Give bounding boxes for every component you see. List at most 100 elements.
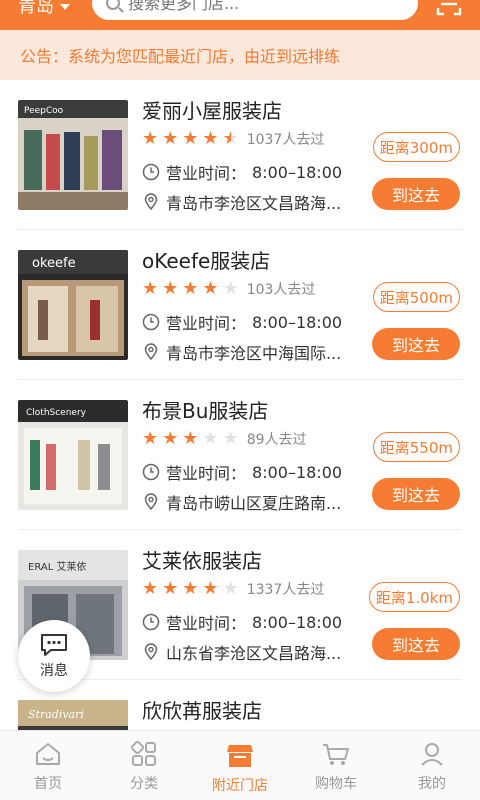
navigate-button[interactable]: 到这去 [372, 478, 460, 510]
search-icon [106, 0, 120, 10]
location-pin-icon [144, 193, 158, 211]
address-text: 青岛市李沧区文昌路海... [166, 194, 342, 213]
star-icon: ★ [182, 128, 199, 149]
hours-label: 营业时间： [166, 614, 247, 633]
tab-cart[interactable]: 购物车 [288, 731, 384, 800]
star-icon: ★ [162, 578, 179, 599]
scan-icon[interactable] [436, 0, 462, 16]
chevron-down-icon [60, 4, 70, 10]
chat-bubble-icon [41, 634, 67, 656]
navigate-button[interactable]: 到这去 [372, 328, 460, 360]
navigate-button[interactable]: 到这去 [372, 628, 460, 660]
distance-badge: 距离550m [372, 432, 460, 462]
hours-value: 8:00–18:00 [252, 312, 343, 332]
store-address: 青岛市李沧区文昌路海... [142, 190, 341, 214]
hours-label: 营业时间： [166, 464, 247, 483]
tab-label: 附近门店 [212, 778, 268, 794]
tab-category[interactable]: 分类 [96, 731, 192, 800]
search-bar[interactable] [92, 0, 418, 20]
address-text: 青岛市崂山区夏庄路南... [166, 494, 342, 513]
star-icon: ★ [182, 428, 199, 449]
city-label: 青岛 [18, 0, 54, 17]
business-hours: 营业时间： 8:00–18:00 [142, 310, 342, 334]
rating-stars: ★ ★ ★ ★ ★ 89人去过 [142, 429, 307, 449]
store-address: 青岛市李沧区中海国际... [142, 340, 341, 364]
rating-stars: ★ ★ ★ ★ ★ 103人去过 [142, 279, 315, 299]
visit-count: 103人去过 [246, 282, 316, 298]
distance-badge: 距离1.0km [368, 582, 460, 612]
store-icon [227, 745, 253, 767]
hours-label: 营业时间： [166, 164, 247, 183]
category-icon [130, 741, 156, 766]
message-button[interactable]: 消息 [18, 620, 90, 692]
star-icon: ★ [142, 428, 159, 449]
star-icon: ★ [202, 578, 219, 599]
star-icon: ★ [202, 128, 219, 149]
half-star-icon: ★ [222, 128, 239, 149]
empty-star-icon: ★ [222, 278, 239, 299]
distance-badge: 距离500m [372, 282, 460, 312]
empty-star-icon: ★ [222, 428, 239, 449]
store-card[interactable]: ClothScenery 布景Bu服装店 ★ ★ ★ ★ ★ 89人去过 营业时… [0, 380, 480, 530]
hours-value: 8:00–18:00 [252, 612, 343, 632]
location-pin-icon [144, 343, 158, 361]
tab-label: 分类 [130, 776, 158, 792]
business-hours: 营业时间： 8:00–18:00 [142, 160, 342, 184]
store-thumbnail: okeefe [18, 250, 128, 360]
clock-icon [142, 463, 160, 481]
tab-nearby-stores[interactable]: 附近门店 [192, 731, 288, 800]
navigate-button[interactable]: 到这去 [372, 178, 460, 210]
store-card[interactable]: okeefe oKeefe服装店 ★ ★ ★ ★ ★ 103人去过 营业时间： … [0, 230, 480, 380]
empty-star-icon: ★ [202, 428, 219, 449]
announcement-text: 公告：系统为您匹配最近门店，由近到远排练 [20, 47, 341, 66]
store-name[interactable]: 布景Bu服装店 [142, 395, 268, 424]
store-thumbnail: Stradivari [18, 700, 128, 730]
location-pin-icon [144, 643, 158, 661]
star-icon: ★ [142, 128, 159, 149]
store-sign-text: Stradivari [28, 708, 84, 721]
bottom-tab-bar: 首页 分类 附近门店 购物车 我的 [0, 730, 480, 800]
store-thumbnail: PeepCoo [18, 100, 128, 210]
store-address: 山东省李沧区文昌路海... [142, 640, 341, 664]
star-icon: ★ [162, 128, 179, 149]
business-hours: 营业时间： 8:00–18:00 [142, 460, 342, 484]
visit-count: 89人去过 [246, 432, 307, 448]
star-icon: ★ [162, 278, 179, 299]
top-header: 青岛 [0, 0, 480, 30]
city-selector[interactable]: 青岛 [18, 0, 70, 18]
star-icon: ★ [182, 278, 199, 299]
star-icon: ★ [162, 428, 179, 449]
tab-label: 我的 [418, 776, 446, 792]
store-card[interactable]: PeepCoo 爱丽小屋服装店 ★ ★ ★ ★ ★ 1037人去过 营业时间： … [0, 80, 480, 230]
clock-icon [142, 613, 160, 631]
store-sign-text: ClothScenery [26, 408, 87, 418]
store-sign-text: okeefe [32, 256, 76, 271]
message-label: 消息 [40, 663, 68, 679]
star-icon: ★ [182, 578, 199, 599]
distance-badge: 距离300m [372, 132, 460, 162]
store-name[interactable]: oKeefe服装店 [142, 245, 270, 274]
store-name[interactable]: 爱丽小屋服装店 [142, 95, 282, 124]
rating-stars: ★ ★ ★ ★ ★ 1037人去过 [142, 129, 324, 149]
store-sign-text: PeepCoo [24, 106, 64, 116]
rating-stars: ★ ★ ★ ★ ★ 1337人去过 [142, 579, 324, 599]
hours-value: 8:00–18:00 [252, 162, 343, 182]
search-input[interactable] [128, 0, 398, 13]
cart-icon [323, 744, 349, 765]
empty-star-icon: ★ [222, 578, 239, 599]
star-icon: ★ [142, 278, 159, 299]
tab-home[interactable]: 首页 [0, 731, 96, 800]
address-text: 青岛市李沧区中海国际... [166, 344, 342, 363]
store-sign-text: ERAL 艾莱依 [28, 560, 86, 573]
visit-count: 1037人去过 [246, 132, 325, 148]
store-name[interactable]: 艾莱依服装店 [142, 545, 262, 574]
announcement-bar: 公告：系统为您匹配最近门店，由近到远排练 [0, 30, 480, 80]
clock-icon [142, 163, 160, 181]
tab-profile[interactable]: 我的 [384, 731, 480, 800]
store-card[interactable]: Stradivari 欣欣苒服装店 [0, 680, 480, 730]
location-pin-icon [144, 493, 158, 511]
store-address: 青岛市崂山区夏庄路南... [142, 490, 341, 514]
store-name[interactable]: 欣欣苒服装店 [142, 695, 262, 724]
home-icon [36, 743, 60, 765]
clock-icon [142, 313, 160, 331]
